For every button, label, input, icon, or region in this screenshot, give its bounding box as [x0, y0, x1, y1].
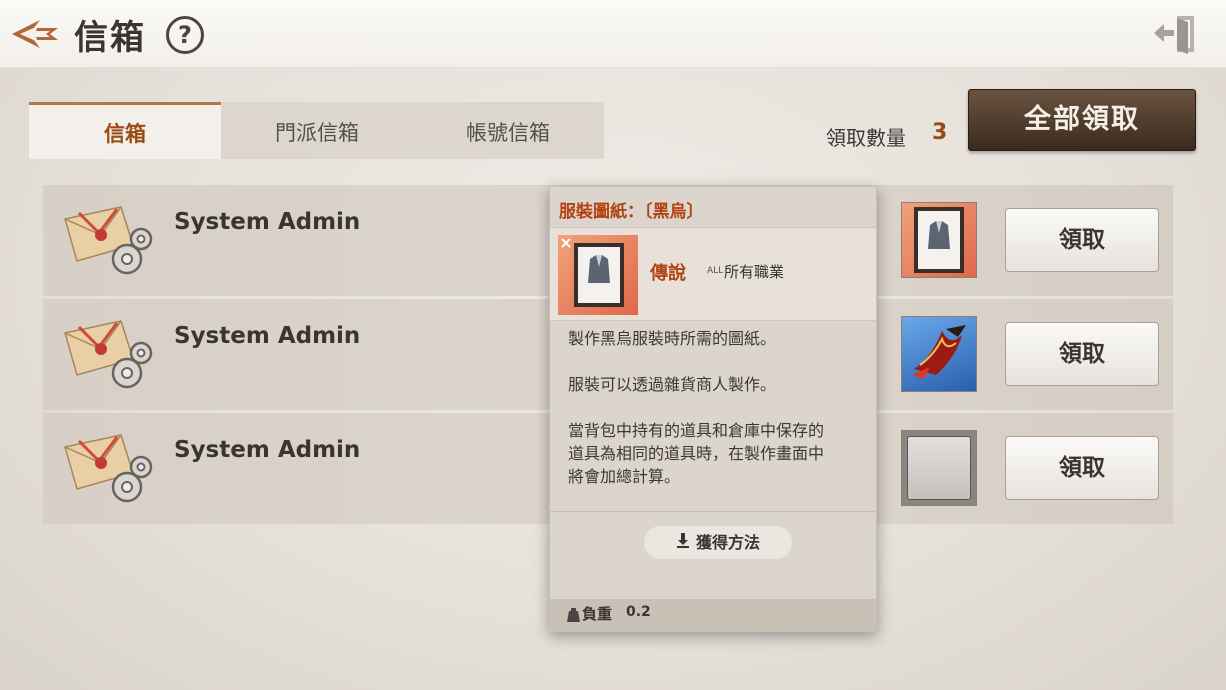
header-bar: 信箱 ? — [0, 0, 1226, 68]
page-title: 信箱 — [74, 18, 146, 58]
weight-label: 負重 — [582, 605, 613, 623]
mail-sender: System Admin — [174, 209, 361, 235]
outfit-blueprint-icon — [558, 235, 638, 315]
tab-mailbox[interactable]: 信箱 — [29, 102, 221, 159]
tooltip-desc-line: 當背包中持有的道具和倉庫中保存的 — [568, 421, 825, 440]
outfit-blueprint-icon[interactable] — [901, 202, 977, 278]
claim-button[interactable]: 領取 — [1005, 322, 1159, 386]
empty-box-icon[interactable] — [901, 430, 977, 506]
exit-door-icon[interactable] — [1150, 12, 1200, 56]
tooltip-job: 所有職業 — [724, 263, 785, 281]
weight-icon — [567, 608, 580, 622]
tab-account-mailbox[interactable]: 帳號信箱 — [412, 102, 604, 159]
weight-value: 0.2 — [626, 604, 651, 620]
help-icon[interactable]: ? — [166, 16, 204, 54]
back-arrow-icon[interactable] — [10, 14, 62, 54]
tooltip-title: 服裝圖紙：〔黑烏〕 — [559, 202, 704, 222]
tooltip-footer: 負重 0.2 — [550, 599, 876, 631]
tooltip-all-tag: ALL — [707, 266, 724, 276]
tooltip-desc-line: 服裝可以透過雜貨商人製作。 — [568, 375, 777, 394]
item-tooltip: 服裝圖紙：〔黑烏〕 傳說 ALL 所有職業 製作黑烏服裝時所需的圖紙。 服裝可以… — [549, 186, 877, 632]
system-mail-icon — [64, 206, 153, 275]
system-mail-icon — [64, 320, 153, 389]
claim-count-label: 領取數量 — [826, 126, 906, 150]
red-claw-weapon-icon[interactable] — [901, 316, 977, 392]
tooltip-desc-line: 將會加總計算。 — [568, 467, 681, 486]
acquisition-method-label: 獲得方法 — [695, 533, 760, 552]
mail-sender: System Admin — [174, 437, 361, 463]
claim-count-value: 3 — [932, 120, 948, 145]
claim-button[interactable]: 領取 — [1005, 208, 1159, 272]
tooltip-desc-line: 道具為相同的道具時，在製作畫面中 — [568, 444, 825, 463]
tooltip-rarity: 傳說 — [650, 263, 686, 284]
mail-sender: System Admin — [174, 323, 361, 349]
download-icon — [676, 527, 690, 560]
tooltip-divider — [550, 511, 876, 512]
claim-button[interactable]: 領取 — [1005, 436, 1159, 500]
claim-all-button[interactable]: 全部領取 — [968, 89, 1196, 151]
acquisition-method-button[interactable]: 獲得方法 — [644, 526, 792, 559]
mail-tabs: 信箱 門派信箱 帳號信箱 — [29, 102, 604, 159]
tooltip-desc-line: 製作黑烏服裝時所需的圖紙。 — [568, 329, 777, 348]
system-mail-icon — [64, 434, 153, 503]
tab-sect-mailbox[interactable]: 門派信箱 — [221, 102, 413, 159]
